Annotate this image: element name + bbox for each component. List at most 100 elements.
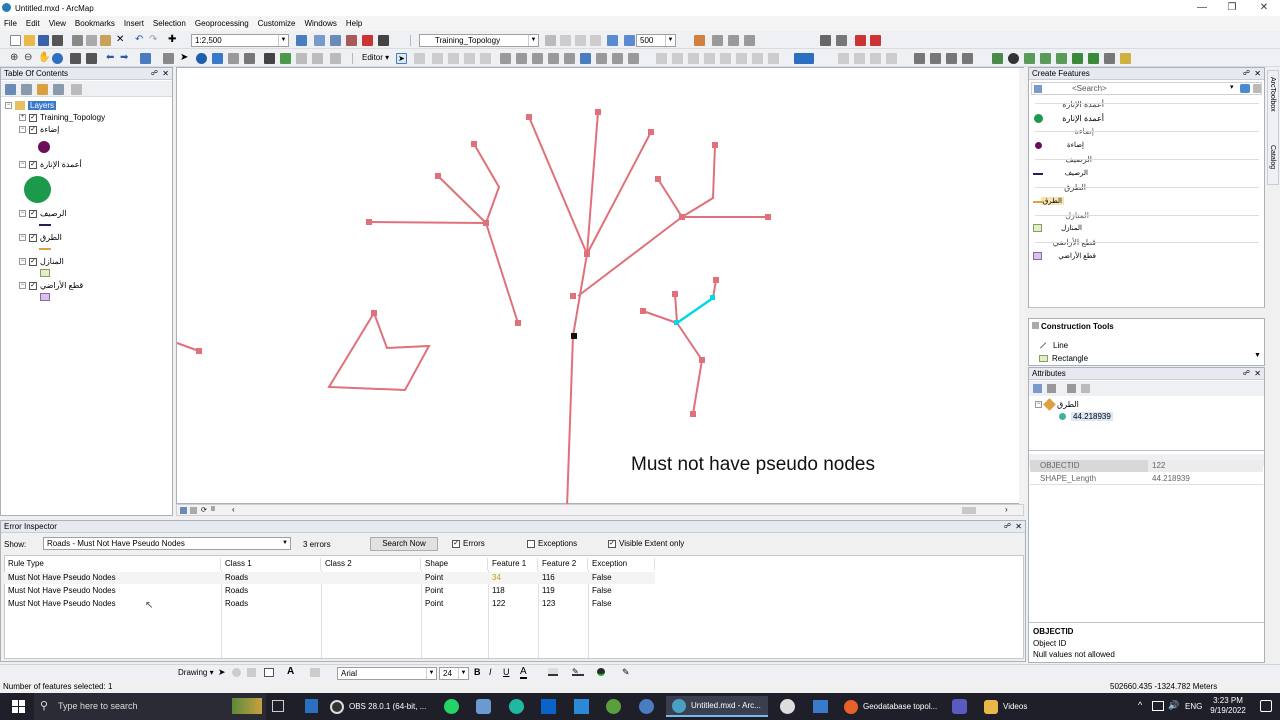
- scroll-thumb[interactable]: [962, 507, 976, 514]
- fix-topology-icon[interactable]: [712, 35, 723, 46]
- layer-checkbox[interactable]: ✓: [29, 281, 37, 290]
- italic-icon[interactable]: I: [489, 667, 492, 677]
- pin-icon[interactable]: ☍: [151, 68, 158, 80]
- list-by-drawing-order-icon[interactable]: [5, 84, 16, 95]
- attributes-icon[interactable]: [580, 53, 591, 64]
- attr-tool-b-icon[interactable]: [1047, 384, 1056, 393]
- construction-scroll-icon[interactable]: ▼: [1254, 352, 1261, 359]
- underline-icon[interactable]: U: [503, 667, 510, 677]
- col-class2[interactable]: Class 2: [321, 558, 421, 570]
- map-canvas[interactable]: [177, 68, 1025, 505]
- hyperlink-icon[interactable]: [212, 53, 223, 64]
- taskbar-search-input[interactable]: ⚲ Type here to search: [34, 693, 266, 720]
- map-view[interactable]: Must not have pseudo nodes: [176, 67, 1025, 505]
- toc-layer-light-poles[interactable]: − ✓ أعمدة الإنارة: [19, 159, 82, 170]
- tray-chevron-icon[interactable]: ^: [1138, 700, 1142, 710]
- select-features-icon[interactable]: [140, 53, 151, 64]
- organize-templates-icon[interactable]: [1034, 85, 1042, 93]
- topology-properties-icon[interactable]: [744, 35, 755, 46]
- error-mark-icon[interactable]: [855, 35, 866, 46]
- scroll-left-icon[interactable]: ‹: [232, 505, 235, 514]
- catalog-icon[interactable]: [330, 35, 341, 46]
- topology-shared-icon[interactable]: [575, 35, 586, 46]
- menu-selection[interactable]: Selection: [153, 19, 186, 28]
- reshape-icon[interactable]: [516, 53, 527, 64]
- layer-checkbox[interactable]: ✓: [29, 160, 37, 169]
- drawing-menu[interactable]: Drawing ▾: [178, 668, 214, 677]
- attr-field-value[interactable]: 44.218939: [1148, 473, 1263, 485]
- network-a-icon[interactable]: [992, 53, 1003, 64]
- tool-a-icon[interactable]: [672, 53, 683, 64]
- rotate-icon[interactable]: [564, 53, 575, 64]
- layout-d-icon[interactable]: [886, 53, 897, 64]
- redo-icon[interactable]: ↷: [149, 35, 160, 46]
- tool-b-icon[interactable]: [688, 53, 699, 64]
- attr-field-value[interactable]: 122: [1148, 460, 1263, 472]
- roads-symbol[interactable]: [39, 248, 51, 250]
- font-color-icon[interactable]: A: [520, 666, 527, 679]
- menu-windows[interactable]: Windows: [304, 19, 336, 28]
- straight-segment-icon[interactable]: [432, 53, 443, 64]
- task-view-icon[interactable]: [272, 700, 284, 712]
- zoom-combo[interactable]: 500 ▼: [636, 34, 676, 47]
- bold-icon[interactable]: B: [474, 667, 481, 677]
- zoom-out-icon[interactable]: ⊖: [24, 53, 35, 64]
- new-icon[interactable]: [10, 35, 21, 46]
- search-dropdown-icon[interactable]: ▾: [1230, 83, 1234, 91]
- tool-g-icon[interactable]: [768, 53, 779, 64]
- toc-layer-sidewalk[interactable]: − ✓ الرصيف: [19, 208, 67, 219]
- create-features-icon[interactable]: [612, 53, 623, 64]
- viewer-icon[interactable]: [330, 53, 341, 64]
- toc-options-icon[interactable]: [71, 84, 82, 95]
- rotate-element-icon[interactable]: [232, 668, 241, 677]
- template-search-input[interactable]: <Search>: [1072, 84, 1107, 93]
- attr-tool-c-icon[interactable]: [1067, 384, 1076, 393]
- tool-c-icon[interactable]: [704, 53, 715, 64]
- menu-bookmarks[interactable]: Bookmarks: [75, 19, 115, 28]
- layer-checkbox[interactable]: ✓: [29, 257, 37, 266]
- taskbar-app-arcmap[interactable]: Untitled.mxd - Arc...: [666, 696, 768, 717]
- show-select[interactable]: Roads - Must Not Have Pseudo Nodes ▼: [43, 537, 291, 550]
- pause-icon[interactable]: II: [211, 506, 215, 513]
- line-color-icon[interactable]: ✎: [572, 667, 584, 676]
- error-inspector-icon[interactable]: [694, 35, 705, 46]
- network-b-icon[interactable]: [1008, 53, 1019, 64]
- georef-d-icon[interactable]: [962, 53, 973, 64]
- layer-checkbox[interactable]: ✓: [29, 233, 37, 242]
- measure-icon[interactable]: [244, 53, 255, 64]
- windows-start-icon[interactable]: [12, 700, 25, 713]
- georef-a-icon[interactable]: [914, 53, 925, 64]
- toc-layer-lighting[interactable]: − ✓ إضاءة: [19, 124, 59, 135]
- template-item-selected[interactable]: الطرق: [1040, 197, 1064, 205]
- taskbar-app-videos[interactable]: Videos: [978, 696, 1046, 717]
- template-item[interactable]: الرصيف: [1065, 169, 1088, 177]
- sketch-properties-icon[interactable]: [596, 53, 607, 64]
- forward-icon[interactable]: ➡: [120, 53, 131, 64]
- undo-icon[interactable]: ↶: [135, 35, 146, 46]
- side-tab-arctoolbox[interactable]: ArcToolbox: [1269, 77, 1276, 112]
- col-exception[interactable]: Exception: [588, 558, 655, 570]
- network-e-icon[interactable]: [1056, 53, 1067, 64]
- print-icon[interactable]: [52, 35, 63, 46]
- georef-c-icon[interactable]: [946, 53, 957, 64]
- attr-tool-d-icon[interactable]: [1081, 384, 1090, 393]
- identify-icon[interactable]: [196, 53, 207, 64]
- search-now-button[interactable]: Search Now: [370, 537, 438, 551]
- menu-edit[interactable]: Edit: [26, 19, 40, 28]
- topology-combo[interactable]: Training_Topology ▼: [419, 34, 539, 47]
- validate-icon[interactable]: [607, 35, 618, 46]
- taskbar-app-firefox[interactable]: Geodatabase topol...: [840, 696, 944, 717]
- layout-c-icon[interactable]: [870, 53, 881, 64]
- copy-icon[interactable]: [86, 35, 97, 46]
- network-f-icon[interactable]: [1072, 53, 1083, 64]
- add-data-icon[interactable]: ✚: [168, 35, 179, 46]
- cut-icon[interactable]: [72, 35, 83, 46]
- font-combo[interactable]: Arial ▼: [337, 667, 437, 680]
- snapping-icon[interactable]: [820, 35, 831, 46]
- visible-extent-checkbox[interactable]: ✓ Visible Extent only: [608, 539, 684, 548]
- map-hscroll[interactable]: ⟳ II ‹ ›: [176, 504, 1024, 516]
- volume-icon[interactable]: 🔊: [1168, 700, 1179, 711]
- language-indicator[interactable]: ENG: [1185, 702, 1202, 711]
- toc-icon[interactable]: [314, 35, 325, 46]
- find-icon[interactable]: [264, 53, 275, 64]
